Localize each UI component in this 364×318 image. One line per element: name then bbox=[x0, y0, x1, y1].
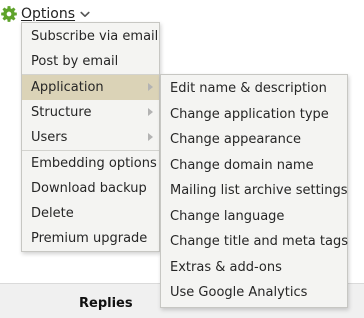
submenu-item-change-language[interactable]: Change language bbox=[161, 204, 347, 229]
application-submenu: Edit name & description Change applicati… bbox=[160, 74, 348, 308]
menu-item-application-label: Application bbox=[31, 80, 104, 95]
menu-item-download-backup[interactable]: Download backup bbox=[22, 176, 159, 201]
options-dropdown-menu: Subscribe via email Post by email Applic… bbox=[21, 22, 160, 252]
menu-item-structure[interactable]: Structure bbox=[22, 100, 159, 125]
chevron-right-icon bbox=[148, 108, 153, 116]
submenu-item-change-domain-name[interactable]: Change domain name bbox=[161, 153, 347, 178]
menu-item-premium-upgrade[interactable]: Premium upgrade bbox=[22, 226, 159, 251]
submenu-item-change-application-type[interactable]: Change application type bbox=[161, 102, 347, 127]
chevron-right-icon bbox=[148, 83, 153, 91]
menu-item-users[interactable]: Users bbox=[22, 125, 159, 150]
submenu-item-edit-name-description[interactable]: Edit name & description bbox=[161, 76, 347, 101]
submenu-item-use-google-analytics[interactable]: Use Google Analytics bbox=[161, 280, 347, 305]
chevron-down-icon bbox=[80, 11, 90, 17]
menu-item-subscribe-via-email[interactable]: Subscribe via email bbox=[22, 24, 159, 49]
menu-item-structure-label: Structure bbox=[31, 105, 92, 120]
gear-icon bbox=[1, 6, 17, 22]
chevron-right-icon bbox=[148, 133, 153, 141]
menu-item-post-by-email[interactable]: Post by email bbox=[22, 49, 159, 74]
submenu-item-change-appearance[interactable]: Change appearance bbox=[161, 127, 347, 152]
menu-item-application[interactable]: Application bbox=[22, 75, 159, 100]
submenu-item-change-title-and-meta-tags[interactable]: Change title and meta tags bbox=[161, 229, 348, 254]
submenu-item-extras-add-ons[interactable]: Extras & add-ons bbox=[161, 255, 347, 280]
replies-column-header: Replies bbox=[79, 296, 133, 311]
options-label[interactable]: Options bbox=[21, 6, 75, 22]
options-menu-trigger[interactable]: Options bbox=[0, 4, 90, 24]
menu-item-delete[interactable]: Delete bbox=[22, 201, 159, 226]
submenu-item-mailing-list-archive-settings[interactable]: Mailing list archive settings bbox=[161, 178, 348, 203]
menu-item-users-label: Users bbox=[31, 130, 68, 145]
menu-item-embedding-options[interactable]: Embedding options bbox=[22, 151, 159, 176]
